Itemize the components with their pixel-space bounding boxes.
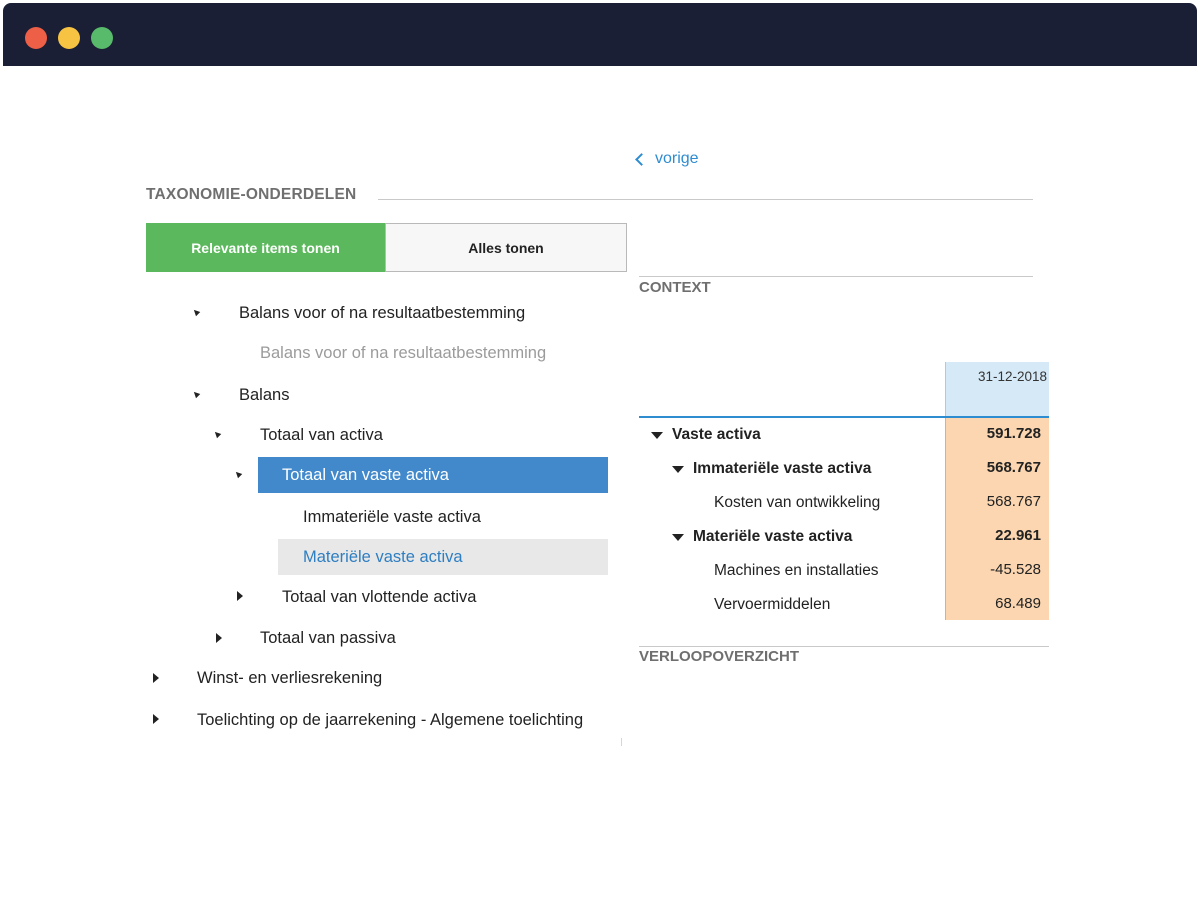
- context-title: CONTEXT: [639, 279, 711, 296]
- row-label: Kosten van ontwikkeling: [714, 494, 881, 511]
- table-row: Vaste activa 591.728: [639, 418, 1049, 452]
- row-value: -45.528: [990, 560, 1041, 578]
- caret-down-icon[interactable]: [672, 465, 684, 473]
- row-label: Vaste activa: [672, 426, 761, 443]
- tree-item[interactable]: Winst- en verliesrekening: [197, 660, 382, 696]
- tree-item-label: Totaal van activa: [260, 425, 383, 444]
- tree-item-selected[interactable]: Totaal van vaste activa: [258, 457, 608, 493]
- collapsed-arrow-icon[interactable]: [153, 673, 159, 683]
- tree-item[interactable]: Balans voor of na resultaatbestemming: [239, 295, 525, 331]
- verloop-divider: [639, 646, 1049, 647]
- row-value: 568.767: [986, 458, 1041, 476]
- back-link-label: vorige: [655, 150, 699, 167]
- expand-arrow-icon[interactable]: [191, 307, 201, 317]
- row-value: 22.961: [995, 526, 1041, 544]
- tree-item[interactable]: Totaal van activa: [260, 417, 383, 453]
- tree-item-label: Balans voor of na resultaatbestemming: [239, 303, 526, 322]
- row-value: 568.767: [986, 492, 1041, 510]
- tree-item-label: Immateriële vaste activa: [303, 507, 481, 526]
- tree-item[interactable]: Balans: [239, 377, 289, 413]
- tree-item[interactable]: Immateriële vaste activa: [303, 499, 481, 535]
- table-row: Machines en installaties -45.528: [639, 554, 1049, 588]
- table-row: Vervoermiddelen 68.489: [639, 588, 1049, 622]
- row-toggle[interactable]: Materiële vaste activa: [672, 520, 852, 554]
- caret-down-icon[interactable]: [672, 533, 684, 541]
- show-relevant-items-button[interactable]: Relevante items tonen: [146, 223, 385, 272]
- row-toggle[interactable]: Immateriële vaste activa: [672, 452, 871, 486]
- row-value: 591.728: [986, 424, 1041, 442]
- tree-item-label: Totaal van vaste activa: [282, 465, 449, 484]
- tree-item-label: Balans: [239, 385, 290, 404]
- close-window-icon[interactable]: [25, 27, 47, 49]
- table-row: Immateriële vaste activa 568.767: [639, 452, 1049, 486]
- context-divider: [639, 276, 1033, 277]
- tree-item[interactable]: Totaal van vlottende activa: [282, 579, 476, 615]
- table-row: Kosten van ontwikkeling 568.767: [639, 486, 1049, 520]
- expand-arrow-icon[interactable]: [212, 429, 222, 439]
- row-label: Vervoermiddelen: [714, 596, 831, 613]
- collapsed-arrow-icon[interactable]: [216, 633, 222, 643]
- taxonomy-section-title: TAXONOMIE-ONDERDELEN: [146, 186, 357, 203]
- chevron-left-icon: [635, 152, 648, 166]
- tree-item-label: Materiële vaste activa: [303, 547, 463, 566]
- back-link[interactable]: vorige: [634, 150, 699, 168]
- expand-arrow-icon[interactable]: [191, 389, 201, 399]
- tree-item[interactable]: Balans voor of na resultaatbestemming: [260, 335, 546, 371]
- show-all-button[interactable]: Alles tonen: [385, 223, 627, 272]
- collapsed-arrow-icon[interactable]: [153, 714, 159, 724]
- verloop-title: VERLOOPOVERZICHT: [639, 648, 800, 665]
- collapsed-arrow-icon[interactable]: [237, 591, 243, 601]
- minimize-window-icon[interactable]: [58, 27, 80, 49]
- tree-item-label: Toelichting op de jaarrekening - Algemen…: [197, 710, 584, 729]
- maximize-window-icon[interactable]: [91, 27, 113, 49]
- tree-item[interactable]: Totaal van passiva: [260, 620, 396, 656]
- tree-item-label: Balans voor of na resultaatbestemming: [260, 343, 547, 362]
- tree-item-hovered[interactable]: Materiële vaste activa: [278, 539, 608, 575]
- expand-arrow-icon[interactable]: [233, 469, 243, 479]
- row-label: Machines en installaties: [714, 562, 879, 579]
- tree-item-label: Winst- en verliesrekening: [197, 668, 383, 687]
- row-toggle[interactable]: Vaste activa: [651, 418, 761, 452]
- section-divider: [378, 199, 1033, 200]
- caret-down-icon[interactable]: [651, 431, 663, 439]
- window-title-bar: [3, 3, 1197, 66]
- panel-divider: [621, 738, 622, 746]
- row-label: Immateriële vaste activa: [693, 460, 872, 477]
- row-label: Materiële vaste activa: [693, 528, 853, 545]
- tree-item-label: Totaal van vlottende activa: [282, 587, 477, 606]
- tree-item-label: Totaal van passiva: [260, 628, 396, 647]
- table-row: Materiële vaste activa 22.961: [639, 520, 1049, 554]
- tree-item[interactable]: Toelichting op de jaarrekening - Algemen…: [197, 702, 583, 738]
- row-value: 68.489: [995, 594, 1041, 612]
- period-column-header: 31-12-2018: [945, 362, 1049, 416]
